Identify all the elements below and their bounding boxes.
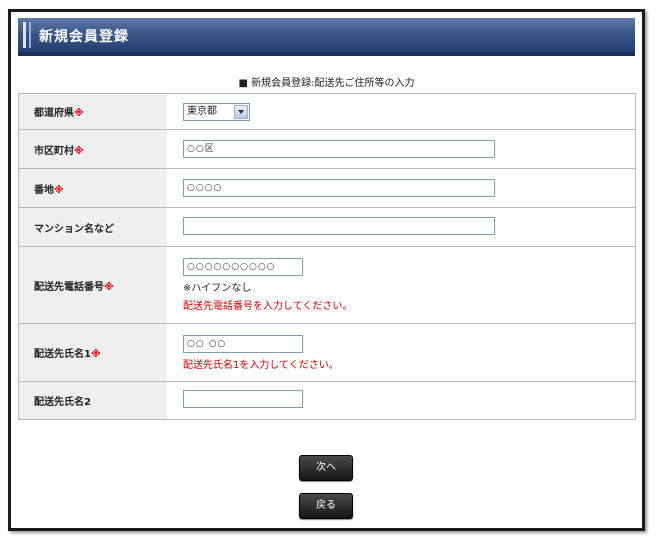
field-label-name1: 配送先氏名1※ — [18, 323, 167, 382]
required-mark: ※ — [90, 349, 101, 360]
form-row-name1: 配送先氏名1※ ○○ ○○ 配送先氏名1を入力してください。 — [18, 323, 636, 382]
field-label-city: 市区町村※ — [18, 129, 167, 169]
back-button[interactable]: 戻る — [299, 493, 353, 519]
field-cell-name2 — [167, 381, 636, 420]
field-label-street: 番地※ — [18, 168, 167, 208]
street-input[interactable]: ○○○○ — [183, 179, 495, 197]
prefecture-label: 都道府県 — [34, 108, 74, 119]
field-cell-phone: ○○○○○○○○○○ ※ハイフンなし 配送先電話番号を入力してください。 — [167, 246, 636, 324]
prefecture-selected-value: 東京都 — [187, 105, 217, 117]
form-row-building: マンション名など — [18, 207, 636, 247]
name2-label: 配送先氏名2 — [34, 397, 91, 408]
field-cell-name1: ○○ ○○ 配送先氏名1を入力してください。 — [167, 323, 636, 382]
field-cell-prefecture: 東京都 — [167, 93, 636, 130]
field-cell-city: ○○区 — [167, 129, 636, 169]
phone-label: 配送先電話番号 — [34, 281, 104, 293]
phone-hint: ※ハイフンなし — [183, 283, 252, 294]
field-cell-street: ○○○○ — [167, 168, 636, 208]
field-label-building: マンション名など — [18, 207, 167, 247]
header-accent-bar — [23, 22, 26, 48]
chevron-down-icon[interactable] — [234, 104, 248, 119]
form-row-city: 市区町村※ ○○区 — [18, 129, 636, 169]
form-row-phone: 配送先電話番号※ ○○○○○○○○○○ ※ハイフンなし 配送先電話番号を入力して… — [18, 246, 636, 324]
page-title: 新規会員登録 — [39, 29, 129, 45]
field-cell-building — [167, 207, 636, 247]
address-form-table: 都道府県※ 東京都 市区町村※ ○○区 番地※ ○○○○ マンション名など 配送… — [18, 93, 636, 420]
building-input[interactable] — [183, 216, 495, 235]
city-label: 市区町村 — [34, 145, 74, 157]
field-label-name2: 配送先氏名2 — [18, 381, 167, 420]
section-caption: ■ 新規会員登録:配送先ご住所等の入力 — [238, 78, 415, 89]
registration-panel: 新規会員登録 ■ 新規会員登録:配送先ご住所等の入力 都道府県※ 東京都 市区町… — [8, 9, 645, 531]
next-button[interactable]: 次へ — [299, 455, 353, 481]
phone-error-message: 配送先電話番号を入力してください。 — [183, 301, 353, 312]
form-row-prefecture: 都道府県※ 東京都 — [18, 93, 636, 130]
form-row-street: 番地※ ○○○○ — [18, 168, 636, 208]
required-mark: ※ — [74, 145, 84, 157]
city-input[interactable]: ○○区 — [183, 140, 495, 158]
prefecture-select[interactable]: 東京都 — [183, 102, 250, 121]
name1-label: 配送先氏名1 — [34, 349, 91, 360]
building-label: マンション名など — [34, 223, 114, 235]
page-header: 新規会員登録 — [18, 18, 635, 56]
name2-input[interactable] — [183, 390, 303, 408]
name1-input[interactable]: ○○ ○○ — [183, 334, 303, 353]
field-label-prefecture: 都道府県※ — [18, 93, 167, 130]
header-accent-bar-2 — [29, 22, 31, 48]
field-label-phone: 配送先電話番号※ — [18, 246, 167, 324]
required-mark: ※ — [54, 184, 64, 196]
street-label: 番地 — [34, 184, 54, 196]
required-mark: ※ — [104, 281, 114, 293]
required-mark: ※ — [74, 108, 84, 119]
name1-error-message: 配送先氏名1を入力してください。 — [183, 359, 339, 371]
form-row-name2: 配送先氏名2 — [18, 381, 636, 420]
phone-input[interactable]: ○○○○○○○○○○ — [183, 258, 303, 276]
